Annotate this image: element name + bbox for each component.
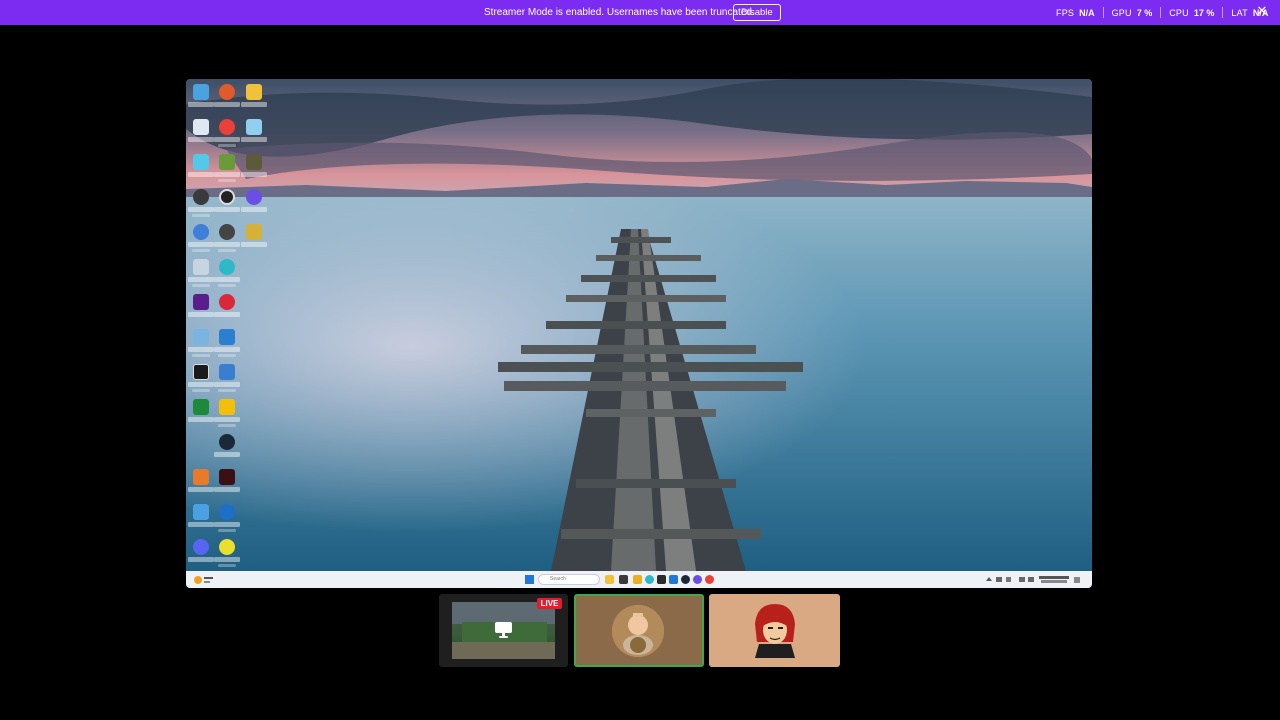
stat-cpu: CPU 17 %	[1160, 7, 1222, 18]
edge-icon[interactable]	[645, 575, 654, 584]
desktop-icon[interactable]	[241, 117, 267, 150]
windows-taskbar: Search	[186, 571, 1092, 588]
stat-label: CPU	[1169, 7, 1189, 18]
desktop-icon[interactable]	[188, 502, 214, 535]
stat-label: LAT	[1231, 7, 1248, 18]
system-tray[interactable]	[984, 574, 1084, 585]
desktop-icon[interactable]	[188, 257, 214, 290]
desktop-icon[interactable]	[214, 117, 240, 150]
disable-streamer-mode-button[interactable]: Disable	[733, 4, 781, 21]
desktop-icon[interactable]	[214, 257, 240, 290]
desktop-icon[interactable]	[241, 187, 267, 220]
desktop-icon[interactable]	[188, 222, 214, 255]
desktop-icon[interactable]	[188, 292, 214, 325]
desktop-icon[interactable]	[214, 327, 240, 360]
stat-gpu: GPU 7 %	[1102, 7, 1161, 18]
desktop-icon[interactable]	[214, 362, 240, 395]
windows-start-icon[interactable]	[525, 575, 534, 584]
desktop-icon[interactable]	[214, 292, 240, 325]
monitor-icon	[495, 622, 512, 638]
live-badge: LIVE	[537, 598, 562, 609]
desktop-icon[interactable]	[214, 222, 240, 255]
desktop-icon[interactable]	[214, 537, 240, 570]
desktop-icon[interactable]	[214, 187, 240, 220]
stat-fps: FPS N/A	[1052, 7, 1103, 18]
taskbar-app-icon[interactable]	[657, 575, 666, 584]
taskbar-app-icon[interactable]	[669, 575, 678, 584]
desktop-icon[interactable]	[188, 362, 214, 395]
stat-value: 7 %	[1136, 7, 1153, 18]
desktop-icon[interactable]	[214, 397, 240, 430]
streamer-mode-banner: Streamer Mode is enabled. Usernames have…	[0, 0, 1280, 25]
stat-value: 17 %	[1193, 7, 1215, 18]
stat-label: FPS	[1056, 7, 1075, 18]
desktop-icon[interactable]	[214, 467, 240, 500]
desktop-icon[interactable]	[188, 117, 214, 150]
desktop-icon[interactable]	[188, 467, 214, 500]
streamer-mode-message: Streamer Mode is enabled. Usernames have…	[484, 7, 755, 18]
taskbar-search-input[interactable]: Search	[538, 574, 600, 585]
stat-value: N/A	[1079, 7, 1095, 18]
stream-view[interactable]: Search	[186, 79, 1092, 588]
desktop-icon[interactable]	[188, 397, 214, 430]
desktop-icon[interactable]	[241, 82, 267, 115]
file-explorer-icon[interactable]	[605, 575, 614, 584]
desktop-icon[interactable]	[214, 502, 240, 535]
desktop-icon[interactable]	[188, 537, 214, 570]
desktop-icon[interactable]	[214, 82, 240, 115]
chrome-icon[interactable]	[705, 575, 714, 584]
desktop-icon[interactable]	[188, 152, 214, 185]
desktop-wallpaper	[186, 79, 1092, 571]
taskbar-app-icon[interactable]	[633, 575, 642, 584]
desktop-icon[interactable]	[241, 222, 267, 255]
taskbar-app-icon[interactable]	[619, 575, 628, 584]
steam-icon[interactable]	[681, 575, 690, 584]
avatar	[749, 602, 801, 658]
desktop-icon[interactable]	[214, 152, 240, 185]
desktop-icon[interactable]	[188, 327, 214, 360]
desktop-icon[interactable]	[188, 82, 214, 115]
taskbar-app-icon[interactable]	[693, 575, 702, 584]
desktop-icon[interactable]	[214, 432, 240, 465]
desktop-icon[interactable]	[188, 187, 214, 220]
performance-stats: FPS N/A GPU 7 % CPU 17 % LAT N/A	[1052, 0, 1276, 25]
avatar	[612, 605, 664, 657]
desktop-icon[interactable]	[241, 152, 267, 185]
weather-icon[interactable]	[192, 573, 214, 585]
close-icon[interactable]: ✕	[1255, 4, 1269, 18]
stat-label: GPU	[1111, 7, 1132, 18]
